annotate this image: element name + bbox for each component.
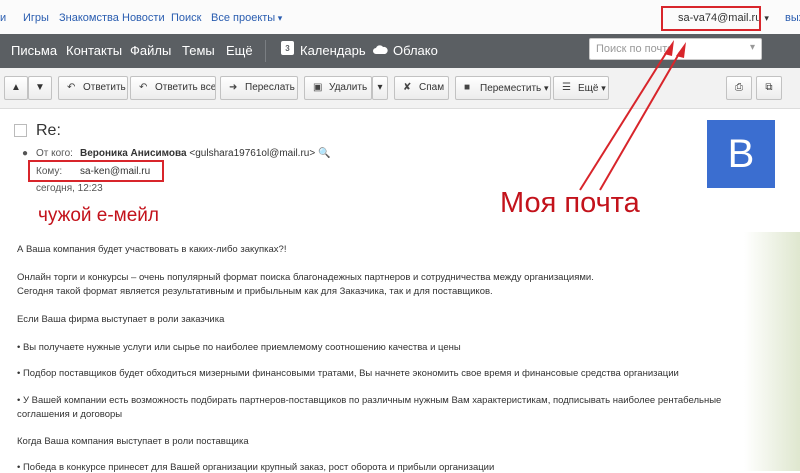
body-line: • Вы получаете нужные услуги или сырье п…	[17, 342, 461, 353]
body-line: Сегодня такой формат является результати…	[17, 286, 493, 297]
body-line: • Подбор поставщиков будет обходиться ми…	[17, 368, 679, 379]
message-body: А Ваша компания будет участвовать в каки…	[0, 232, 800, 473]
body-line: • У Вашей компании есть возможность подб…	[17, 395, 722, 406]
body-line: Если Ваша фирма выступает в роли заказчи…	[17, 314, 225, 325]
annotation-foreign-email: чужой е-мейл	[38, 205, 160, 226]
body-line: Когда Ваша компания выступает в роли пос…	[17, 436, 249, 447]
body-line: • Победа в конкурсе принесет для Вашей о…	[17, 462, 495, 473]
annotation-my-mail: Моя почта	[500, 187, 640, 219]
body-line: А Ваша компания будет участвовать в каки…	[17, 244, 287, 255]
body-line: соглашения и договоры	[17, 409, 123, 420]
body-line: Онлайн торги и конкурсы – очень популярн…	[17, 272, 594, 283]
